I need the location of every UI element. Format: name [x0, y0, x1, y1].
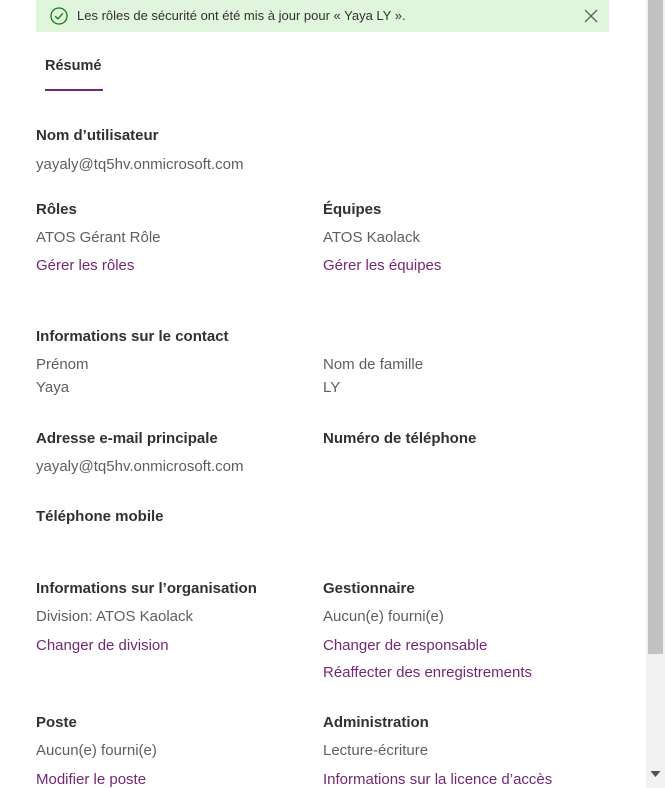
username-value: yayaly@tq5hv.onmicrosoft.com: [36, 156, 244, 173]
mobile-phone-label: Téléphone mobile: [36, 508, 164, 525]
primary-email-label: Adresse e-mail principale: [36, 430, 218, 447]
last-name-value: LY: [323, 379, 341, 396]
username-label: Nom d’utilisateur: [36, 127, 159, 144]
manager-heading: Gestionnaire: [323, 580, 415, 597]
organization-info-heading: Informations sur l’organisation: [36, 580, 257, 597]
first-name-label: Prénom: [36, 356, 89, 373]
position-heading: Poste: [36, 714, 77, 731]
scroll-down-arrow-icon[interactable]: [650, 770, 661, 778]
reassign-records-link[interactable]: Réaffecter des enregistrements: [323, 664, 532, 681]
license-info-link[interactable]: Informations sur la licence d’accès: [323, 771, 552, 788]
vertical-scrollbar[interactable]: [646, 0, 665, 788]
success-notification-banner: Les rôles de sécurité ont été mis à jour…: [36, 0, 609, 32]
contact-info-heading: Informations sur le contact: [36, 328, 229, 345]
check-circle-icon: [50, 7, 68, 25]
manage-teams-link[interactable]: Gérer les équipes: [323, 257, 441, 274]
change-manager-link[interactable]: Changer de responsable: [323, 637, 487, 654]
manage-roles-link[interactable]: Gérer les rôles: [36, 257, 134, 274]
first-name-value: Yaya: [36, 379, 70, 396]
primary-email-value: yayaly@tq5hv.onmicrosoft.com: [36, 458, 244, 475]
change-division-link[interactable]: Changer de division: [36, 637, 169, 654]
teams-label: Équipes: [323, 201, 382, 218]
last-name-label: Nom de famille: [323, 356, 424, 373]
scrollbar-thumb[interactable]: [648, 0, 663, 654]
administration-value: Lecture-écriture: [323, 742, 429, 759]
position-value: Aucun(e) fourni(e): [36, 742, 157, 759]
administration-heading: Administration: [323, 714, 429, 731]
tab-summary[interactable]: Résumé: [45, 58, 101, 74]
roles-label: Rôles: [36, 201, 77, 218]
manager-value: Aucun(e) fourni(e): [323, 608, 444, 625]
teams-value: ATOS Kaolack: [323, 229, 420, 246]
phone-number-label: Numéro de téléphone: [323, 430, 477, 447]
roles-value: ATOS Gérant Rôle: [36, 229, 161, 246]
user-summary-panel: Les rôles de sécurité ont été mis à jour…: [0, 0, 646, 788]
close-icon[interactable]: [583, 8, 599, 24]
modify-position-link[interactable]: Modifier le poste: [36, 771, 146, 788]
notification-message: Les rôles de sécurité ont été mis à jour…: [77, 8, 406, 23]
division-value: Division: ATOS Kaolack: [36, 608, 194, 625]
tab-selected-indicator: [45, 89, 103, 91]
